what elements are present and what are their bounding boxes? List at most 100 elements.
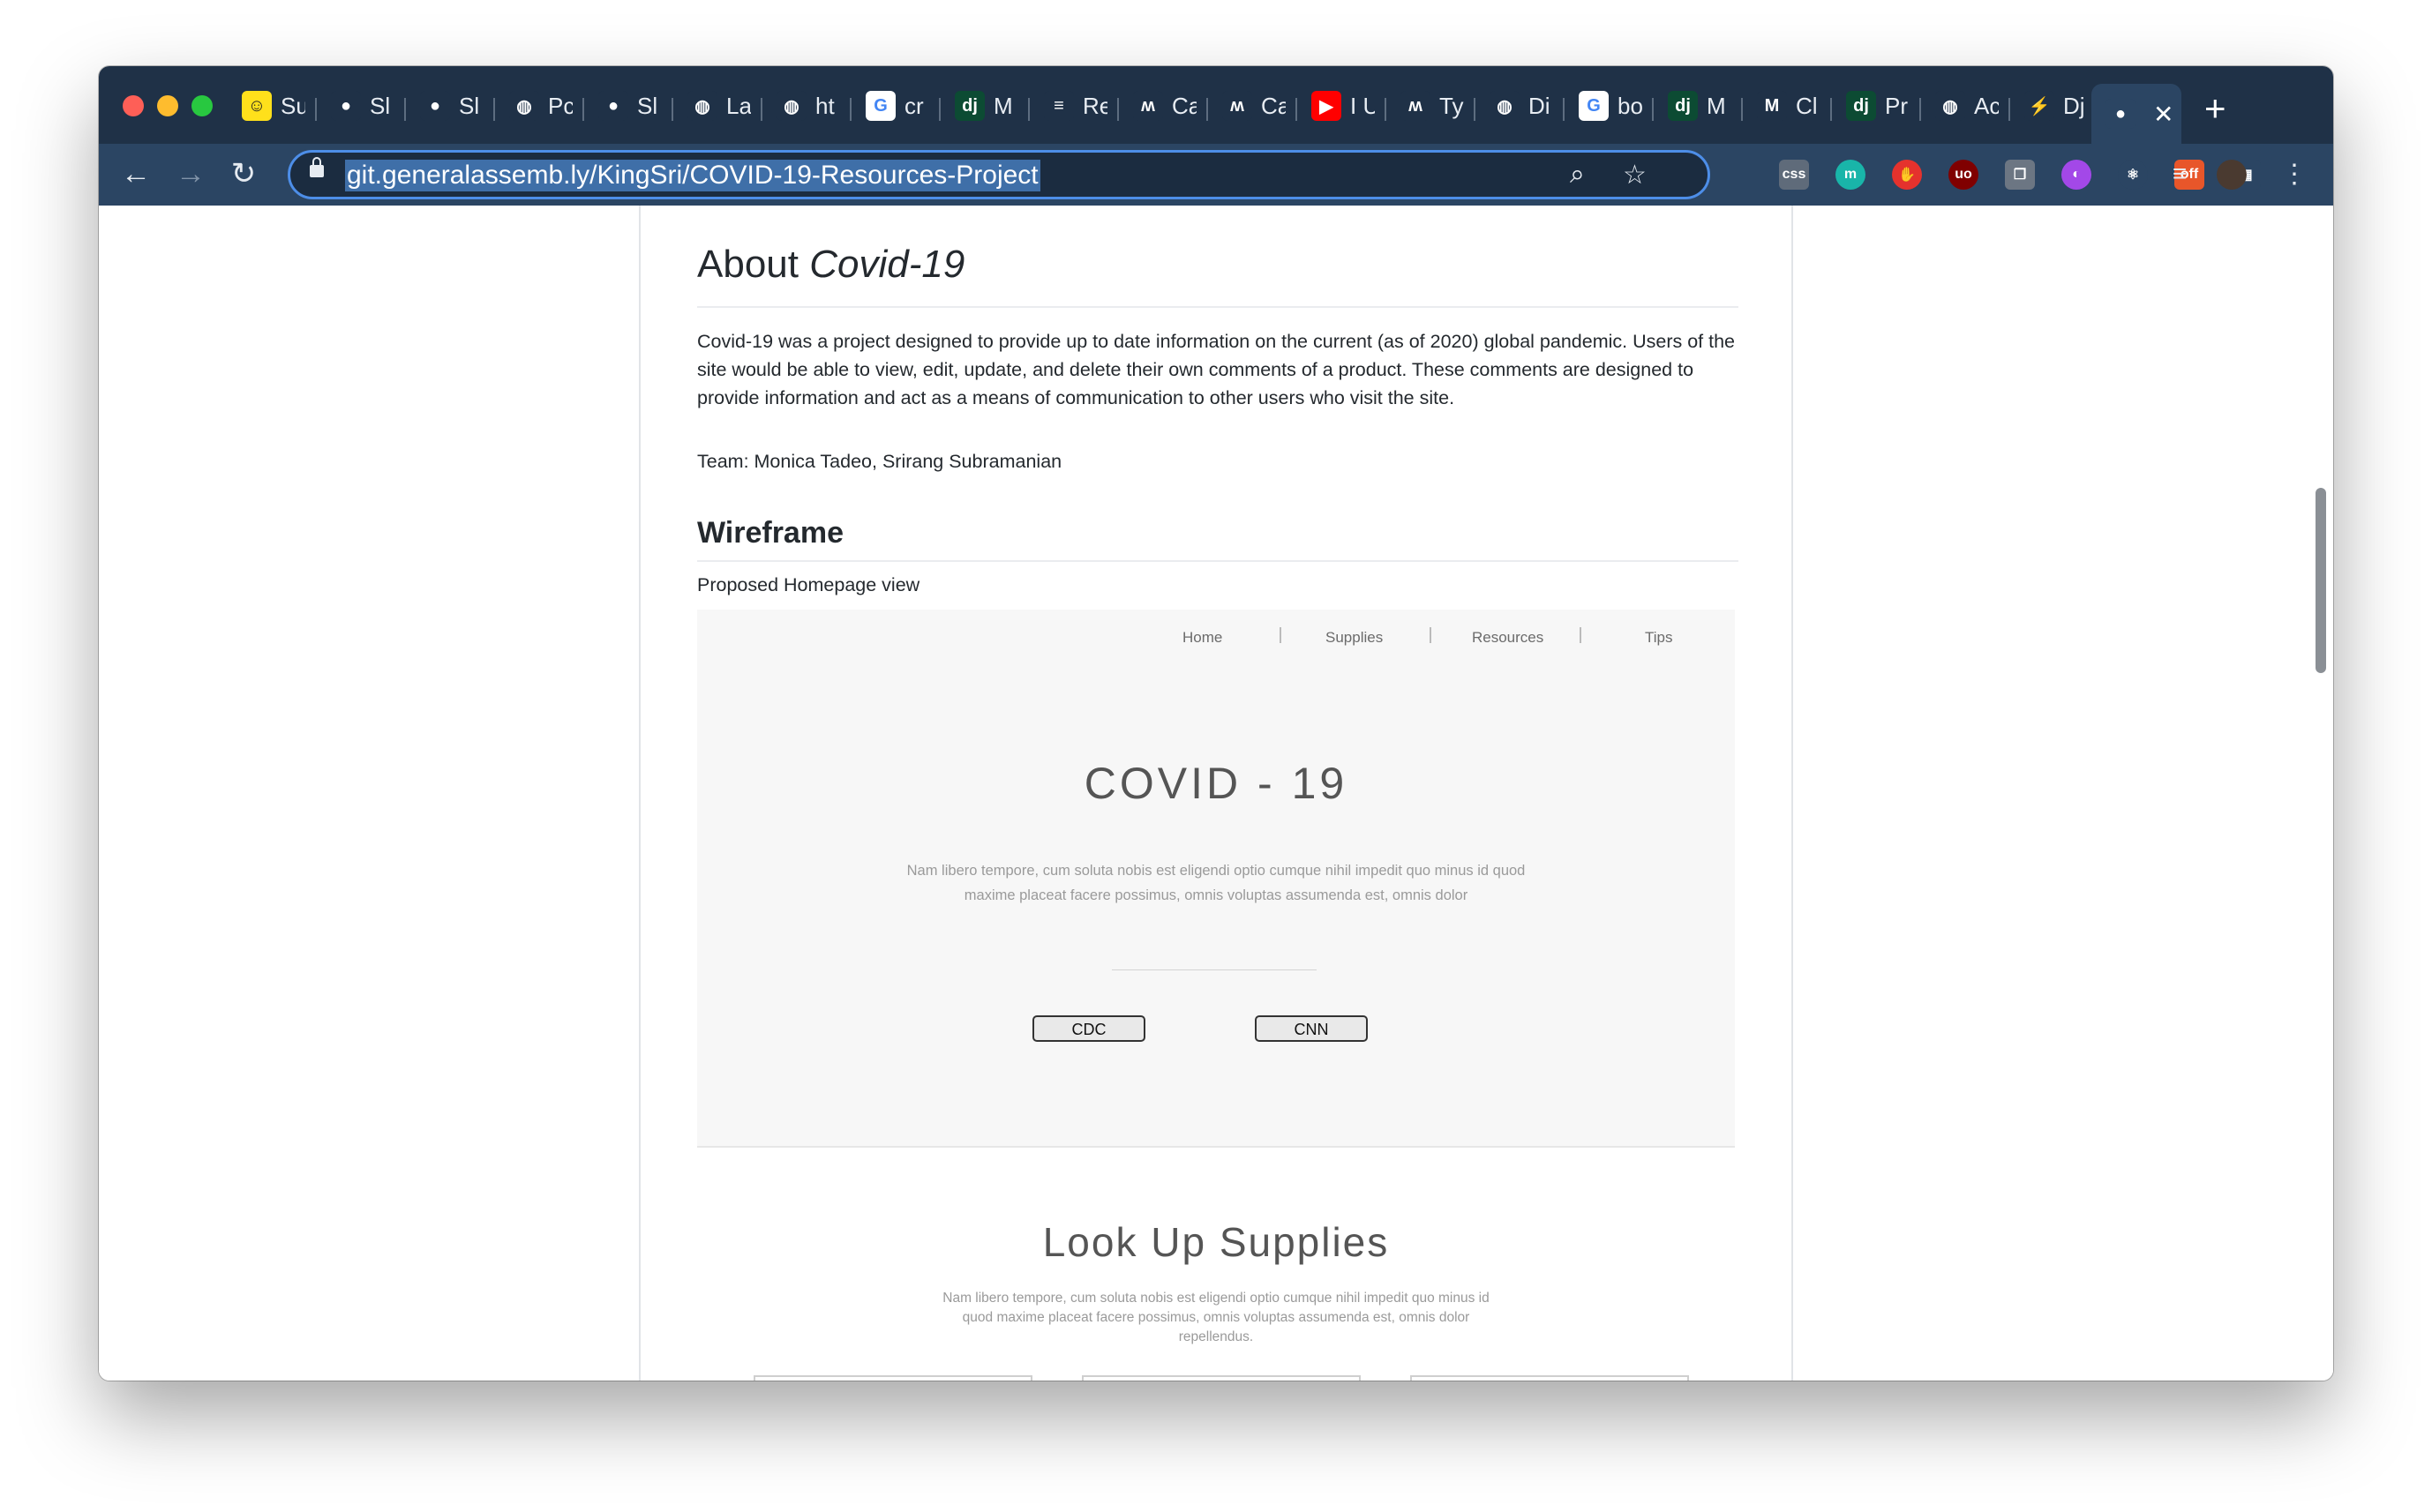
tab-separator bbox=[1117, 98, 1119, 121]
hand-extension-icon[interactable]: ✋ bbox=[1892, 160, 1922, 190]
reload-icon[interactable]: ↻ bbox=[224, 154, 263, 193]
stackoverflow-icon: ≡ bbox=[1044, 91, 1074, 121]
github-icon: ● bbox=[331, 91, 361, 121]
tab-title: bo bbox=[1618, 92, 1642, 119]
profile-avatar[interactable] bbox=[2217, 160, 2247, 190]
browser-toolbar: ← → ↻ git.generalassemb.ly/KingSri/COVID… bbox=[99, 144, 2333, 206]
tab-20[interactable]: ◍ Ac bbox=[1921, 84, 2010, 128]
tab-strip: ☺ Su ● Sl ● Sl ◍ Pc ● Sl ◍ La ◍ ht Gcr dj M ≡ Re ʍ Ca ʍ Ca ▶ I U… bbox=[99, 66, 2333, 144]
globe-icon: ◍ bbox=[777, 91, 807, 121]
tab-title: Sl bbox=[370, 92, 391, 119]
close-tab-icon[interactable]: ✕ bbox=[2153, 100, 2173, 129]
tab-separator bbox=[1474, 98, 1475, 121]
tab-separator bbox=[1206, 98, 1208, 121]
css-viewer-extension-icon[interactable]: css bbox=[1779, 160, 1809, 190]
gmail-icon: M bbox=[1757, 91, 1787, 121]
tab-separator bbox=[939, 98, 941, 121]
content-border-right bbox=[1791, 206, 1793, 1381]
wire-cnn-button: CNN bbox=[1255, 1015, 1368, 1042]
lock-icon bbox=[310, 157, 324, 177]
wireframe-bottom-border bbox=[697, 1146, 1735, 1148]
page-viewport: About Covid-19 Covid-19 was a project de… bbox=[99, 206, 2333, 1381]
copy-extension-icon[interactable]: ❐ bbox=[2005, 160, 2035, 190]
menu-kebab-icon[interactable]: ⋮ bbox=[2275, 154, 2314, 193]
tab-title: Pc bbox=[548, 92, 573, 119]
tab-14[interactable]: ʍ Ty bbox=[1386, 84, 1475, 128]
wire-nav-resources: Resources bbox=[1472, 629, 1544, 646]
readme-title: About Covid-19 bbox=[697, 243, 965, 286]
proposed-caption: Proposed Homepage view bbox=[697, 574, 920, 595]
wire-nav-separator bbox=[1280, 627, 1281, 643]
forward-arrow-icon[interactable]: → bbox=[171, 154, 210, 193]
tab-18[interactable]: M Cl bbox=[1743, 84, 1832, 128]
tab-title: Di bbox=[1528, 92, 1550, 119]
tab-3[interactable]: ● Sl bbox=[406, 84, 495, 128]
new-tab-button[interactable]: + bbox=[2204, 90, 2226, 127]
wire-nav-separator bbox=[1430, 627, 1431, 643]
tab-separator bbox=[315, 98, 317, 121]
tab-12[interactable]: ʍ Ca bbox=[1208, 84, 1297, 128]
tab-21[interactable]: ⚡ Dj bbox=[2010, 84, 2099, 128]
wireframe-image: Home Supplies Resources Tips COVID - 19 … bbox=[697, 610, 1735, 1148]
tab-separator bbox=[1028, 98, 1030, 121]
content-border-left bbox=[639, 206, 641, 1381]
close-window-button[interactable] bbox=[123, 95, 144, 116]
tab-5[interactable]: ● Sl bbox=[584, 84, 673, 128]
tab-1[interactable]: ☺ Su bbox=[228, 84, 317, 128]
project-description: Covid-19 was a project designed to provi… bbox=[697, 331, 1736, 408]
tab-6[interactable]: ◍ La bbox=[673, 84, 762, 128]
miro-icon: ʍ bbox=[1133, 91, 1163, 121]
google-icon: G bbox=[866, 91, 896, 121]
ublock-extension-icon[interactable]: uo bbox=[1948, 160, 1978, 190]
tab-title: I U bbox=[1350, 92, 1375, 119]
youtube-icon: ▶ bbox=[1311, 91, 1341, 121]
globe-icon: ◍ bbox=[509, 91, 539, 121]
tab-separator bbox=[761, 98, 762, 121]
tab-title: M bbox=[1707, 92, 1726, 119]
bookmark-star-icon[interactable]: ☆ bbox=[1623, 160, 1647, 191]
address-bar[interactable]: git.generalassemb.ly/KingSri/COVID-19-Re… bbox=[288, 150, 1710, 199]
wire-card bbox=[754, 1375, 1032, 1381]
mint-extension-icon[interactable]: m bbox=[1835, 160, 1865, 190]
tab-16[interactable]: Gbo bbox=[1565, 84, 1654, 128]
tab-10[interactable]: ≡ Re bbox=[1030, 84, 1119, 128]
tab-17[interactable]: dj M bbox=[1654, 84, 1743, 128]
tab-title: cr bbox=[904, 92, 924, 119]
minimize-window-button[interactable] bbox=[157, 95, 178, 116]
mailchimp-icon: ☺ bbox=[242, 91, 272, 121]
wire-card bbox=[1410, 1375, 1689, 1381]
react-devtools-icon[interactable]: ⚛ bbox=[2118, 160, 2148, 190]
miro-icon: ʍ bbox=[1400, 91, 1430, 121]
wire-card bbox=[1082, 1375, 1361, 1381]
google-icon: G bbox=[1579, 91, 1609, 121]
tab-9[interactable]: dj M bbox=[941, 84, 1030, 128]
wire-divider bbox=[1112, 969, 1317, 970]
back-arrow-icon[interactable]: ← bbox=[116, 154, 155, 193]
url-text[interactable]: git.generalassemb.ly/KingSri/COVID-19-Re… bbox=[345, 160, 1040, 191]
tab-separator bbox=[582, 98, 584, 121]
tab-separator bbox=[1919, 98, 1921, 121]
tab-15[interactable]: ◍ Di bbox=[1475, 84, 1565, 128]
browser-window: ☺ Su ● Sl ● Sl ◍ Pc ● Sl ◍ La ◍ ht Gcr dj M ≡ Re ʍ Ca ʍ Ca ▶ I U… bbox=[99, 66, 2333, 1381]
tab-separator bbox=[1741, 98, 1743, 121]
media-control-icon[interactable]: ≡ bbox=[2160, 154, 2199, 193]
tab-7[interactable]: ◍ ht bbox=[762, 84, 852, 128]
purple-extension-icon[interactable]: ◐ bbox=[2061, 160, 2091, 190]
github-icon: ● bbox=[2105, 99, 2136, 129]
wireframe-divider bbox=[697, 560, 1738, 562]
tab-4[interactable]: ◍ Pc bbox=[495, 84, 584, 128]
tab-separator bbox=[1295, 98, 1297, 121]
tab-active[interactable]: ● ✕ bbox=[2091, 84, 2181, 144]
zoom-window-button[interactable] bbox=[191, 95, 213, 116]
scrollbar-thumb[interactable] bbox=[2316, 488, 2326, 673]
tab-separator bbox=[404, 98, 406, 121]
tab-8[interactable]: Gcr bbox=[852, 84, 941, 128]
tab-13[interactable]: ▶ I U bbox=[1297, 84, 1386, 128]
tab-separator bbox=[1830, 98, 1832, 121]
tab-2[interactable]: ● Sl bbox=[317, 84, 406, 128]
tab-19[interactable]: dj Pr bbox=[1832, 84, 1921, 128]
tab-11[interactable]: ʍ Ca bbox=[1119, 84, 1208, 128]
tab-separator bbox=[2008, 98, 2010, 121]
zoom-icon[interactable]: ⌕ bbox=[1570, 160, 1585, 190]
tab-title: ht bbox=[815, 92, 835, 119]
